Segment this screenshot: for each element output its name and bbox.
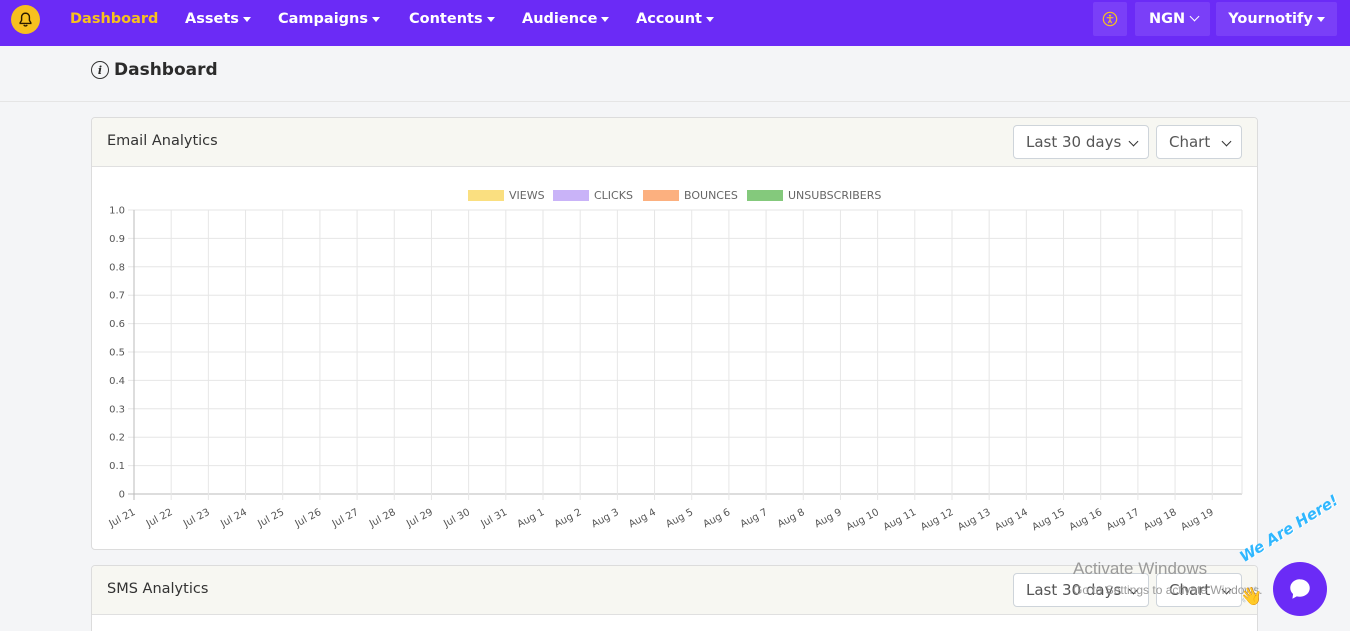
nav-campaigns-label: Campaigns [278,11,369,27]
bell-icon[interactable] [11,5,40,34]
nav-contents-label: Contents [409,11,483,27]
page-title-text: Dashboard [114,60,218,80]
waving-hand-icon: 👋 [1240,586,1263,607]
chat-button[interactable] [1273,562,1327,616]
x-tick-label: Aug 5 [664,507,695,530]
caret-down-icon [372,17,381,22]
y-tick-label: 0 [119,490,125,501]
legend-label: UNSUBSCRIBERS [788,189,881,202]
chevron-down-icon [1189,11,1200,22]
x-tick-label: Jul 25 [255,507,286,530]
caret-down-icon [1316,17,1325,22]
nav-assets[interactable]: Assets [185,0,251,38]
legend-label: BOUNCES [684,189,738,202]
accessibility-button[interactable] [1093,2,1127,36]
bell-icon-svg [19,12,32,27]
x-tick-label: Aug 8 [776,507,807,530]
nav-assets-label: Assets [185,11,239,27]
user-menu[interactable]: Yournotify [1216,2,1337,36]
y-tick-label: 0.4 [109,376,125,387]
y-tick-label: 0.3 [109,404,125,415]
nav-account[interactable]: Account [636,0,714,38]
x-tick-label: Aug 7 [739,507,770,530]
x-tick-label: Aug 16 [1068,507,1104,533]
legend-label: VIEWS [509,189,545,202]
page-header: i Dashboard [0,46,1350,102]
email-analytics-header: Email Analytics Last 30 days Chart [92,118,1257,167]
x-tick-label: Aug 9 [813,507,844,530]
x-tick-label: Jul 28 [367,507,398,530]
x-tick-label: Aug 2 [553,507,584,530]
legend-swatch [643,190,679,201]
nav-audience-label: Audience [522,11,598,27]
email-view-label: Chart [1169,133,1211,151]
x-tick-label: Aug 3 [590,507,621,530]
x-tick-label: Jul 27 [330,507,361,530]
chat-icon [1290,579,1310,599]
legend-label: CLICKS [594,189,633,202]
x-tick-label: Jul 26 [293,507,324,530]
x-tick-label: Jul 21 [107,507,138,530]
caret-down-icon [705,17,714,22]
chevron-down-icon [1221,136,1232,147]
page-title: i Dashboard [91,60,218,80]
x-tick-label: Jul 29 [404,507,435,530]
nav-audience[interactable]: Audience [522,0,610,38]
activate-windows-subtitle: Go to Settings to activate Windows. [1073,583,1263,597]
x-tick-label: Aug 19 [1179,507,1215,533]
y-tick-label: 0.9 [109,234,125,245]
nav-account-label: Account [636,11,702,27]
x-tick-label: Jul 30 [441,507,472,530]
email-analytics-title: Email Analytics [107,133,218,149]
legend-swatch [747,190,783,201]
x-tick-label: Aug 4 [627,507,658,530]
legend-swatch [553,190,589,201]
x-tick-label: Aug 10 [845,507,881,533]
nav-dashboard-label: Dashboard [70,11,159,27]
x-tick-label: Aug 15 [1030,507,1066,533]
nav-contents[interactable]: Contents [409,0,495,38]
y-tick-label: 0.1 [109,461,125,472]
email-range-label: Last 30 days [1026,133,1122,151]
sms-analytics-title: SMS Analytics [107,581,209,597]
x-tick-label: Aug 13 [956,507,992,533]
y-tick-label: 0.8 [109,262,125,273]
x-tick-label: Jul 31 [478,507,509,530]
top-navbar: Dashboard Assets Campaigns Contents Audi… [0,0,1350,46]
x-tick-label: Aug 12 [919,507,955,533]
y-tick-label: 0.7 [109,291,125,302]
x-tick-label: Aug 6 [701,507,732,530]
y-tick-label: 0.6 [109,319,125,330]
x-tick-label: Aug 14 [993,507,1029,533]
currency-select[interactable]: NGN [1135,2,1210,36]
x-tick-label: Jul 23 [181,507,212,530]
caret-down-icon [601,17,610,22]
x-tick-label: Aug 11 [882,507,918,533]
x-tick-label: Aug 17 [1105,507,1141,533]
legend-swatch [468,190,504,201]
x-tick-label: Jul 24 [218,507,249,530]
y-tick-label: 0.5 [109,348,125,359]
email-view-select[interactable]: Chart [1156,125,1242,159]
x-tick-label: Aug 1 [516,507,547,530]
activate-windows-title: Activate Windows [1073,559,1208,578]
accessibility-icon [1102,11,1118,27]
x-tick-label: Aug 18 [1142,507,1178,533]
email-analytics-card: Email Analytics Last 30 days Chart VIEWS… [91,117,1258,550]
y-tick-label: 1.0 [109,206,125,217]
email-range-select[interactable]: Last 30 days [1013,125,1149,159]
x-tick-label: Jul 22 [144,507,175,530]
user-name: Yournotify [1228,11,1313,27]
email-analytics-chart: VIEWS CLICKS BOUNCES UNSUBSCRIBERS 1.0 0.9 0.8… [107,189,1243,533]
caret-down-icon [486,17,495,22]
y-tick-label: 0.2 [109,433,125,444]
chevron-down-icon [1128,136,1139,147]
currency-label: NGN [1149,11,1186,27]
caret-down-icon [242,17,251,22]
info-icon: i [91,61,109,79]
nav-dashboard[interactable]: Dashboard [70,0,158,38]
nav-campaigns[interactable]: Campaigns [278,0,381,38]
